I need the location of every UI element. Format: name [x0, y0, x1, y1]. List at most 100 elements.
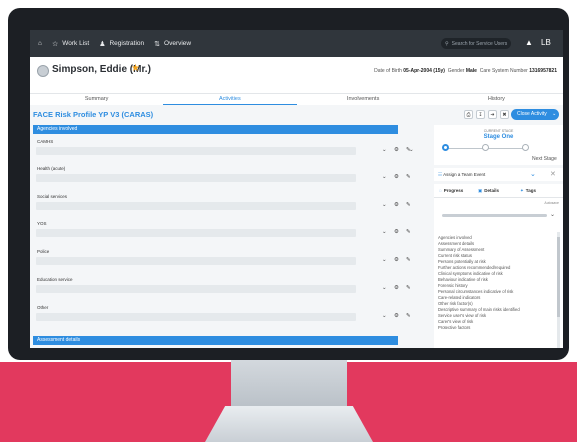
stage-card: CURRENT STAGE Stage One Next Stage [434, 125, 563, 165]
chevron-down-icon[interactable]: ⌄ [550, 211, 555, 218]
section-outline: Agencies involved Assessment details Sum… [438, 235, 550, 331]
search-input[interactable]: ⚲ Search for Service Users [441, 38, 511, 49]
close-activity-label: Close Activity [517, 111, 547, 117]
chevron-down-icon[interactable]: ⌄ [382, 174, 387, 180]
stage-caption: CURRENT STAGE [483, 129, 514, 133]
settings-icon[interactable]: ⚙ [394, 285, 399, 291]
section-header[interactable]: Assessment details [33, 336, 398, 345]
details-icon: ▣ [478, 188, 483, 193]
tab-summary[interactable]: Summary [30, 94, 163, 105]
bell-icon[interactable]: ▲ [525, 38, 533, 47]
edit-icon[interactable]: ✎ [406, 313, 411, 319]
field-select-yos[interactable] [36, 229, 356, 237]
print-icon[interactable]: ⎙ [464, 110, 473, 119]
tab-history[interactable]: History [430, 94, 563, 105]
chevron-down-icon[interactable]: ⌄ [382, 229, 387, 235]
tab-tags[interactable]: ✦ Tags [520, 188, 536, 194]
page-title: FACE Risk Profile YP V3 (CARAS) [33, 110, 154, 119]
settings-icon[interactable]: ⚙ [394, 257, 399, 263]
tab-tags-label: Tags [525, 188, 536, 193]
settings-icon[interactable]: ⚙ [394, 147, 399, 153]
chevron-down-icon: ⌄ [552, 111, 557, 117]
nav-item-work-list[interactable]: ☆ Work List [52, 40, 89, 48]
stage-dot-current[interactable] [442, 144, 449, 151]
progress-card: Autosave ⌄ Agencies involved Assessment … [434, 198, 563, 348]
app-screen: ⌂ ☆ Work List ♟ Registration ⇅ Overview … [30, 30, 563, 348]
chevron-down-icon[interactable]: ⌄ [382, 313, 387, 319]
record-tabs: Summary Activities Involvements History [30, 93, 563, 105]
team-event-icon: ☷ [438, 172, 443, 177]
activity-side-panel: CURRENT STAGE Stage One Next Stage ☷ Ass… [434, 125, 563, 348]
field-label-camhs: CAMHS [37, 139, 54, 144]
delete-icon[interactable]: ✖ [500, 110, 509, 119]
chevron-down-icon[interactable]: ⌄ [382, 285, 387, 291]
dob-value: 05-Apr-2004 (15y) [403, 68, 445, 74]
nav-item-registration[interactable]: ♟ Registration [99, 40, 144, 48]
scrollbar-thumb[interactable] [557, 237, 560, 317]
person-header: Simpson, Eddie (Mr.) ★ Date of Birth 05-… [30, 57, 563, 93]
edit-icon[interactable]: ✎ [406, 147, 411, 153]
field-label-yos: YOS [37, 221, 47, 226]
monitor-bezel: ⌂ ☆ Work List ♟ Registration ⇅ Overview … [8, 8, 569, 360]
edit-icon[interactable]: ✎ [406, 202, 411, 208]
field-select-police[interactable] [36, 257, 356, 265]
nav-item-overview[interactable]: ⇅ Overview [154, 40, 191, 48]
next-stage-button[interactable]: Next Stage [532, 156, 557, 162]
tab-details[interactable]: ▣ Details [478, 188, 499, 194]
close-activity-button[interactable]: Close Activity ⌄ [511, 109, 559, 120]
csn-label: Care System Number [479, 68, 528, 74]
tab-involvements[interactable]: Involvements [297, 94, 430, 105]
stage-dot[interactable] [522, 144, 529, 151]
top-navigation: ⌂ ☆ Work List ♟ Registration ⇅ Overview … [30, 30, 563, 57]
field-select-social[interactable] [36, 202, 356, 210]
outline-item[interactable]: Protective factors [438, 325, 550, 331]
form-panel: Agencies involved CAMHS ⌄ Health (acute)… [33, 125, 414, 348]
download-icon[interactable]: ↧ [476, 110, 485, 119]
field-label-education: Education service [37, 277, 73, 282]
tab-activities[interactable]: Activities [163, 94, 297, 105]
stage-dot[interactable] [482, 144, 489, 151]
nav-item-label: Registration [109, 40, 145, 47]
field-select-education[interactable] [36, 285, 356, 293]
tab-progress[interactable]: ◌ Progress [439, 188, 463, 193]
settings-icon[interactable]: ⚙ [394, 313, 399, 319]
field-select-other[interactable] [36, 313, 356, 321]
close-icon[interactable]: ✕ [550, 170, 556, 178]
panel-tabs: ◌ Progress ▣ Details ✦ Tags [434, 184, 563, 198]
avatar [37, 65, 49, 77]
forward-icon[interactable]: ➜ [488, 110, 497, 119]
field-label-police: Police [37, 249, 50, 254]
assign-team-event[interactable]: ☷ Assign a Team Event ⌄ ✕ [434, 168, 563, 181]
field-select-camhs[interactable] [36, 147, 356, 155]
person-details: Date of Birth 05-Apr-2004 (15y) Gender M… [374, 68, 557, 74]
assign-label-wrap: ☷ Assign a Team Event [438, 172, 485, 178]
section-header[interactable]: Agencies involved [33, 125, 398, 134]
home-icon[interactable]: ⌂ [38, 40, 42, 47]
search-placeholder: Search for Service Users [451, 40, 508, 47]
field-label-other: Other [37, 305, 49, 310]
field-label-health: Health (acute) [37, 166, 66, 171]
settings-icon[interactable]: ⚙ [394, 174, 399, 180]
field-select-health[interactable] [36, 174, 356, 182]
monitor-stand-neck [231, 355, 347, 409]
edit-icon[interactable]: ✎ [406, 285, 411, 291]
favourite-star-icon[interactable]: ★ [131, 63, 140, 74]
user-menu[interactable]: LB [541, 38, 551, 47]
chevron-down-icon[interactable]: ⌄ [382, 257, 387, 263]
tab-progress-label: Progress [443, 188, 464, 193]
scrollbar[interactable] [557, 232, 560, 348]
nav-item-label: Overview [164, 40, 192, 47]
settings-icon[interactable]: ⚙ [394, 202, 399, 208]
chevron-down-icon[interactable]: ⌄ [382, 147, 387, 153]
edit-icon[interactable]: ✎ [406, 257, 411, 263]
tab-details-label: Details [484, 188, 500, 193]
chevron-down-icon[interactable]: ⌄ [530, 170, 536, 178]
gender-label: Gender [447, 68, 465, 74]
chevron-down-icon[interactable]: ⌄ [382, 202, 387, 208]
dob-label: Date of Birth [374, 68, 402, 74]
settings-icon[interactable]: ⚙ [394, 229, 399, 235]
star-icon: ☆ [51, 40, 59, 48]
edit-icon[interactable]: ✎ [406, 174, 411, 180]
gender-value: Male [465, 68, 477, 74]
edit-icon[interactable]: ✎ [406, 229, 411, 235]
